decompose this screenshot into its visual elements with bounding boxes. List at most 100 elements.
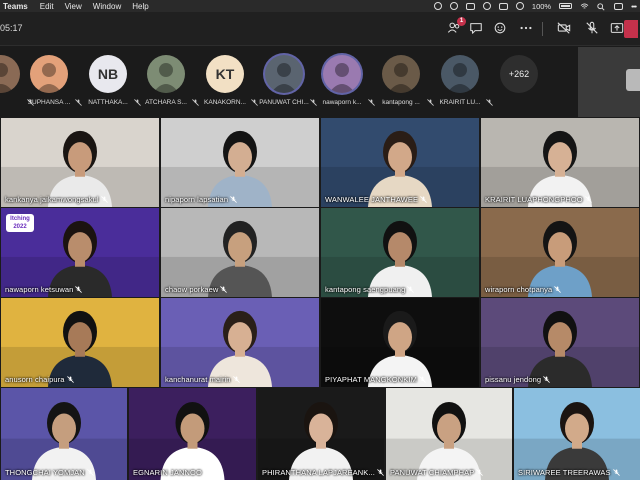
video-tile[interactable]: kanchanurat mairin [161,298,319,387]
participant-avatar-item[interactable]: KT KANAKORN... [196,55,258,115]
control-center-icon[interactable] [614,2,624,10]
participant-name-label: pissanu jendong [485,375,550,384]
video-feed [161,298,319,387]
menu-edit[interactable]: Edit [40,2,54,11]
mic-muted-icon [204,469,211,477]
leave-button[interactable] [624,20,638,38]
mic-muted-icon [100,196,108,204]
video-tile[interactable]: WANWALEE JANTHAWEE [321,118,479,207]
headphones-icon[interactable] [498,2,508,10]
creative-cloud-icon[interactable] [433,2,442,10]
spotlight-search-icon[interactable] [597,2,606,11]
participant-name-label: SIRIWAREE TREERAWAS [518,468,620,477]
video-tile[interactable]: chaow porkaew [161,208,319,297]
video-tile[interactable]: Itching 2022 nawaporn ketsuwan [1,208,159,297]
participant-name: NATTHAKA... [88,99,128,106]
mic-muted-icon [230,196,237,204]
avatar: NB [89,55,127,93]
participant-name-label: kantapong saengpuang [325,285,415,294]
menu-app-name[interactable]: Teams [3,2,28,11]
battery-icon[interactable] [559,3,573,9]
participant-avatar-item[interactable]: PANUWAT CHI... [255,55,317,115]
participant-name: PHIRANTHANA LAPJAREANK... [262,468,375,477]
mic-muted-icon [554,286,562,294]
mic-muted-icon [377,469,384,477]
video-tile[interactable]: SIRIWAREE TREERAWAS [514,388,640,480]
video-feed [321,208,479,297]
video-feed [1,298,159,387]
participant-avatar-item[interactable]: NB NATTHAKA... [79,55,141,115]
reactions-icon[interactable] [492,20,508,36]
menu-window[interactable]: Window [93,2,121,11]
menu-view[interactable]: View [65,2,82,11]
self-preview-video [626,69,640,91]
teams-status-icon[interactable] [465,2,475,10]
chat-icon[interactable] [468,20,484,36]
participant-avatar-item[interactable]: SUPHANSA ... [20,55,82,115]
participant-name-label: PHIRANTHANA LAPJAREANK... [262,468,384,477]
participant-name-label: KRAIRIT LUAPHONGPHOO [485,195,592,204]
video-feed [321,118,479,207]
video-tile[interactable]: KRAIRIT LUAPHONGPHOO [481,118,639,207]
participant-name: kantapong saengpuang [325,285,406,294]
wifi-icon[interactable] [580,2,589,10]
mic-muted-icon [75,286,83,294]
participant-avatar-item[interactable]: ATCHARA S... [137,55,199,115]
mic-muted-icon [584,196,592,204]
video-tile[interactable]: anusorn chaipura [1,298,159,387]
participant-name: ATCHARA S... [145,99,187,106]
video-feed [258,388,384,480]
video-tile[interactable]: PHIRANTHANA LAPJAREANK... [258,388,384,480]
participant-name: kanchanurat mairin [165,375,231,384]
menu-help[interactable]: Help [132,2,148,11]
video-tile[interactable]: PANUWAT CHIAMPHAP [386,388,512,480]
participant-name: kantapong ... [382,99,420,106]
video-feed [514,388,640,480]
share-screen-icon[interactable] [609,20,625,36]
clock-icon[interactable] [482,2,491,10]
video-tile[interactable]: nipaporn lapsatian [161,118,319,207]
video-tile[interactable]: EGNARIN JANNOO [129,388,256,480]
people-icon[interactable]: 1 [446,17,466,36]
video-feed [1,388,127,480]
video-feed [386,388,512,480]
participant-name: PANUWAT CHI... [259,99,309,106]
video-feed [481,298,639,387]
video-tile[interactable]: THONGCHAI YOMJAN [1,388,127,480]
participant-name: SIRIWAREE TREERAWAS [518,468,611,477]
video-tile[interactable]: pissanu jendong [481,298,639,387]
mic-muted-icon [407,286,415,294]
mic-muted-icon[interactable] [584,20,600,36]
video-feed [161,208,319,297]
avatar [382,55,420,93]
people-count-badge: 1 [457,17,466,26]
participant-name: nawaporn ketsuwan [5,285,74,294]
participant-strip: +262 SUPHANSA ... NB NATTHAKA... ATCHARA S.… [0,47,640,117]
bluetooth-icon[interactable] [515,2,524,10]
participant-avatar-item[interactable]: nawaporn k... [313,55,375,115]
participant-name-label: EGNARIN JANNOO [133,468,211,477]
video-feed [481,118,639,207]
video-tile[interactable]: wiraporn chotpanya [481,208,639,297]
avatar [0,55,20,93]
avatar [441,55,479,93]
video-tile[interactable]: PIYAPHAT MANGKONKIM [321,298,479,387]
participant-name: KRAIRIT LU... [439,99,481,106]
participant-avatar-item[interactable]: kantapong ... [372,55,434,115]
video-feed [161,118,319,207]
video-tile[interactable]: kantapong saengpuang [321,208,479,297]
participant-name-label: kankanya jaikamwongsakul [5,195,108,204]
more-participants-button[interactable]: +262 [500,55,538,93]
participant-name: SUPHANSA ... [27,99,71,106]
video-feed [481,208,639,297]
more-options-icon[interactable] [518,20,534,36]
more-menu-icon[interactable]: ••• [631,2,637,11]
participant-avatar-item[interactable]: KRAIRIT LU... [431,55,493,115]
event-logo-badge: Itching 2022 [6,214,34,232]
video-grid: kankanya jaikamwongsakul nipaporn lapsat… [1,118,640,480]
video-tile[interactable]: kankanya jaikamwongsakul [1,118,159,207]
participant-name-label: nipaporn lapsatian [165,195,237,204]
camera-off-icon[interactable] [556,20,572,36]
sync-icon[interactable] [449,2,458,10]
mic-muted-icon [476,469,484,477]
